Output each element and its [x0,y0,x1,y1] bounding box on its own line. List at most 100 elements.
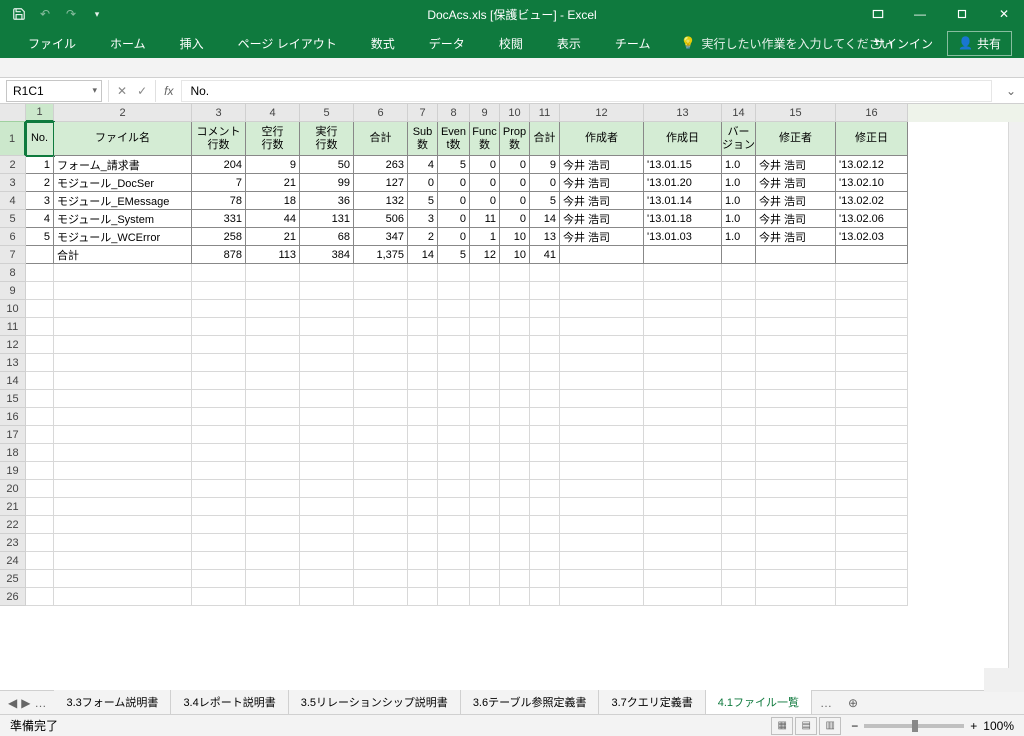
column-header[interactable]: 6 [354,104,408,122]
empty-cell[interactable] [438,552,470,570]
empty-cell[interactable] [470,336,500,354]
empty-cell[interactable] [192,300,246,318]
empty-cell[interactable] [438,534,470,552]
empty-cell[interactable] [354,282,408,300]
empty-cell[interactable] [470,390,500,408]
header-cell[interactable]: バー ジョン [722,122,756,156]
empty-cell[interactable] [530,282,560,300]
empty-cell[interactable] [192,516,246,534]
data-cell[interactable]: 14 [408,246,438,264]
data-cell[interactable]: 0 [500,192,530,210]
empty-cell[interactable] [722,264,756,282]
header-cell[interactable]: Prop 数 [500,122,530,156]
empty-cell[interactable] [722,588,756,606]
column-header[interactable]: 14 [722,104,756,122]
empty-cell[interactable] [54,480,192,498]
page-break-icon[interactable]: ▥ [819,717,841,735]
empty-cell[interactable] [470,408,500,426]
row-header[interactable]: 26 [0,588,26,606]
data-cell[interactable]: 9 [530,156,560,174]
empty-cell[interactable] [470,516,500,534]
share-button[interactable]: 👤 共有 [947,31,1012,56]
empty-cell[interactable] [560,336,644,354]
empty-cell[interactable] [560,534,644,552]
empty-cell[interactable] [470,444,500,462]
empty-cell[interactable] [560,390,644,408]
data-cell[interactable]: モジュール_DocSer [54,174,192,192]
empty-cell[interactable] [500,570,530,588]
data-cell[interactable]: 14 [530,210,560,228]
data-cell[interactable]: 127 [354,174,408,192]
sheet-more-icon[interactable]: … [34,696,46,710]
empty-cell[interactable] [644,516,722,534]
empty-cell[interactable] [300,534,354,552]
zoom-out-icon[interactable]: − [851,719,858,733]
empty-cell[interactable] [192,426,246,444]
data-cell[interactable]: 68 [300,228,354,246]
empty-cell[interactable] [500,588,530,606]
empty-cell[interactable] [354,498,408,516]
data-cell[interactable]: 1.0 [722,174,756,192]
data-cell[interactable]: 1.0 [722,228,756,246]
data-cell[interactable]: 50 [300,156,354,174]
empty-cell[interactable] [644,444,722,462]
row-header[interactable]: 15 [0,390,26,408]
empty-cell[interactable] [54,444,192,462]
data-cell[interactable]: 11 [470,210,500,228]
empty-cell[interactable] [644,498,722,516]
empty-cell[interactable] [836,282,908,300]
data-cell[interactable]: 2 [408,228,438,246]
data-cell[interactable]: '13.02.06 [836,210,908,228]
empty-cell[interactable] [246,480,300,498]
empty-cell[interactable] [756,300,836,318]
empty-cell[interactable] [836,498,908,516]
empty-cell[interactable] [438,408,470,426]
empty-cell[interactable] [644,480,722,498]
data-cell[interactable]: 7 [192,174,246,192]
empty-cell[interactable] [560,354,644,372]
maximize-icon[interactable] [942,0,982,28]
row-header[interactable]: 20 [0,480,26,498]
empty-cell[interactable] [644,462,722,480]
empty-cell[interactable] [530,336,560,354]
data-cell[interactable]: 今井 浩司 [756,210,836,228]
data-cell[interactable]: 今井 浩司 [756,228,836,246]
empty-cell[interactable] [192,372,246,390]
row-header[interactable]: 7 [0,246,26,264]
row-header[interactable]: 12 [0,336,26,354]
empty-cell[interactable] [560,318,644,336]
data-cell[interactable]: 78 [192,192,246,210]
empty-cell[interactable] [354,300,408,318]
header-cell[interactable]: 空行 行数 [246,122,300,156]
empty-cell[interactable] [438,570,470,588]
header-cell[interactable]: 合計 [354,122,408,156]
empty-cell[interactable] [756,552,836,570]
empty-cell[interactable] [54,426,192,444]
empty-cell[interactable] [26,516,54,534]
empty-cell[interactable] [300,516,354,534]
empty-cell[interactable] [560,444,644,462]
empty-cell[interactable] [54,570,192,588]
empty-cell[interactable] [644,336,722,354]
empty-cell[interactable] [470,588,500,606]
empty-cell[interactable] [408,264,438,282]
tab-team[interactable]: チーム [601,29,665,58]
header-cell[interactable]: 修正者 [756,122,836,156]
row-header[interactable]: 6 [0,228,26,246]
empty-cell[interactable] [192,336,246,354]
empty-cell[interactable] [500,354,530,372]
empty-cell[interactable] [408,570,438,588]
empty-cell[interactable] [354,336,408,354]
column-header[interactable]: 11 [530,104,560,122]
data-cell[interactable]: 258 [192,228,246,246]
data-cell[interactable]: 今井 浩司 [560,156,644,174]
empty-cell[interactable] [192,444,246,462]
empty-cell[interactable] [354,372,408,390]
column-header[interactable]: 9 [470,104,500,122]
cancel-icon[interactable]: ✕ [117,84,127,98]
empty-cell[interactable] [246,516,300,534]
data-cell[interactable]: 0 [500,174,530,192]
data-cell[interactable]: 今井 浩司 [560,174,644,192]
empty-cell[interactable] [246,552,300,570]
empty-cell[interactable] [756,516,836,534]
